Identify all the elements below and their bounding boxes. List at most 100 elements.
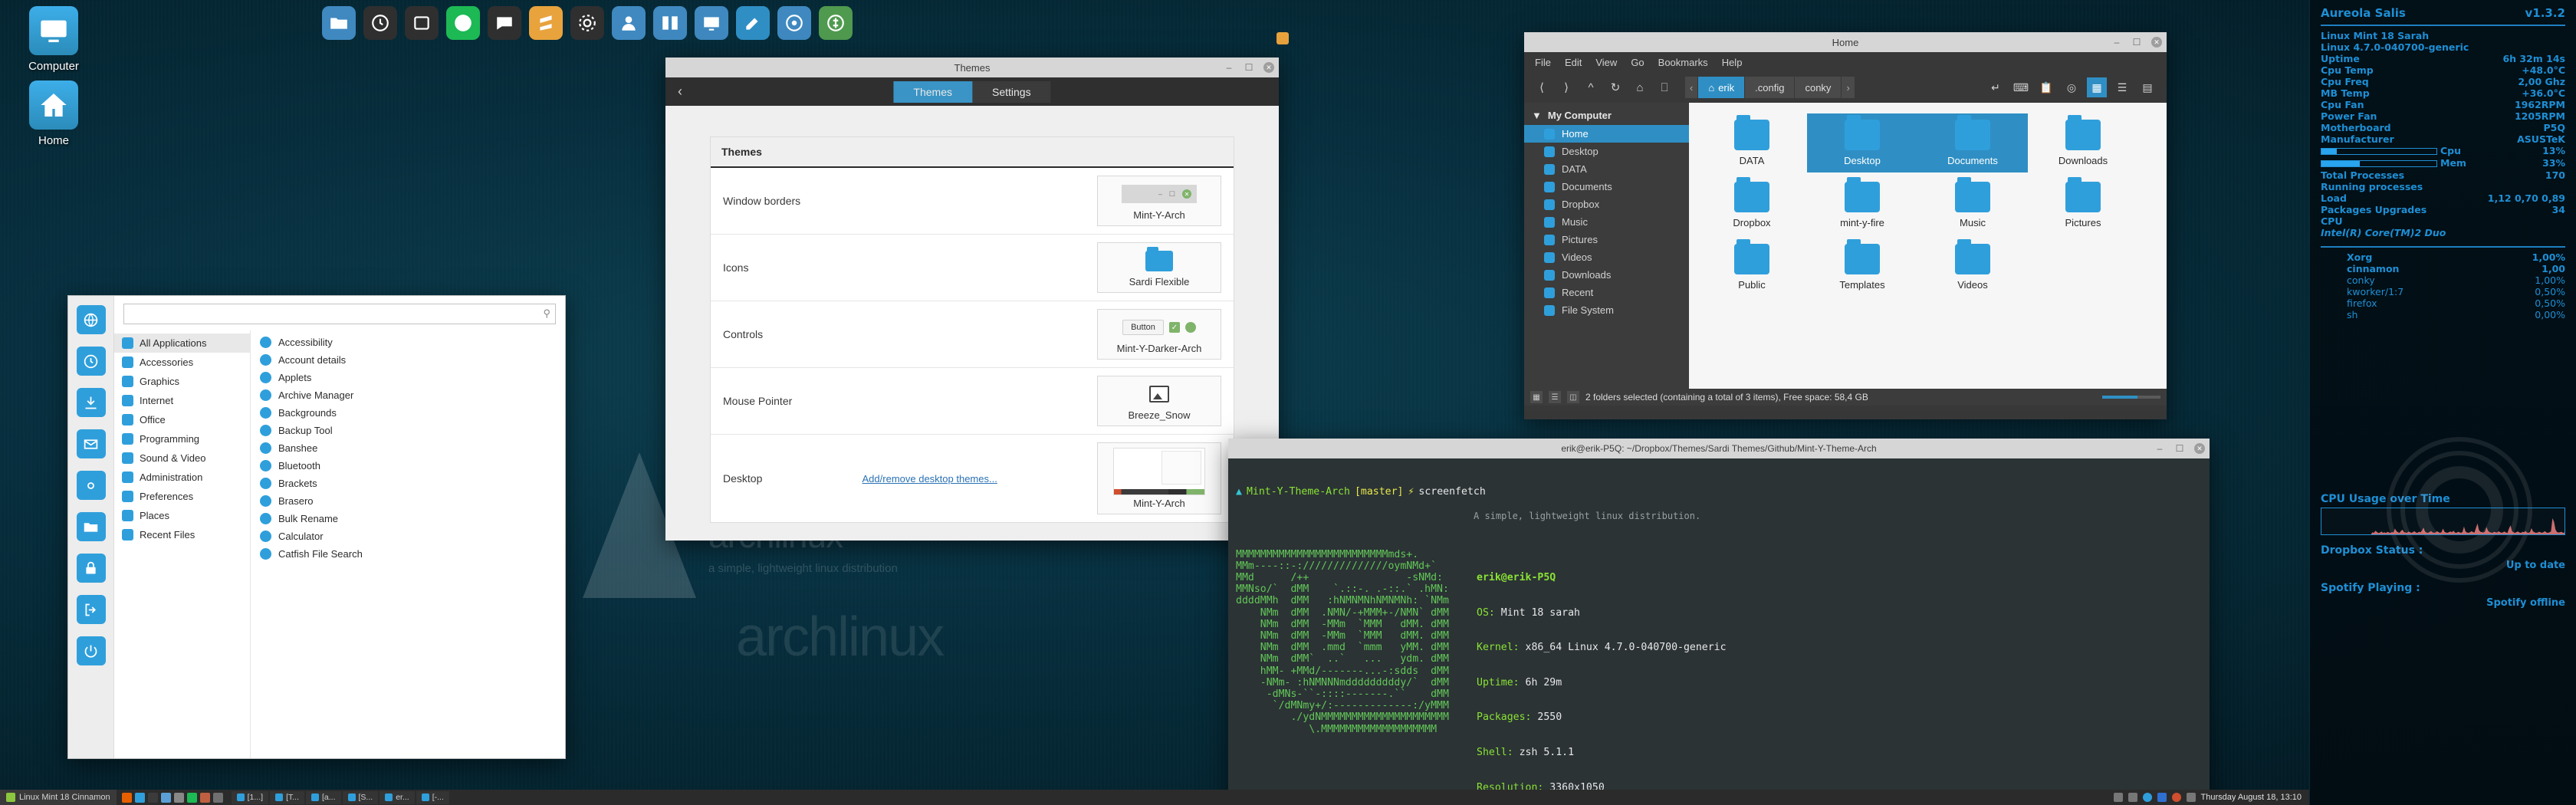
application-menu[interactable]: ⚲ All Applications Accessories Graphics … — [67, 295, 566, 759]
menu-bookmarks[interactable]: Bookmarks — [1658, 57, 1708, 68]
text-editor-icon[interactable] — [173, 792, 184, 803]
nemo-toolbar-right[interactable]: ↵ ⌨ 📋 ◎ ▦ ☰ ▤ — [1986, 77, 2157, 97]
sidebar-item-dropbox[interactable]: Dropbox — [1524, 196, 1689, 213]
breadcrumb-config[interactable]: .config — [1745, 77, 1796, 98]
download-icon[interactable] — [76, 388, 106, 417]
bluetooth-icon[interactable] — [2157, 793, 2167, 802]
desktop-icon-home[interactable]: Home — [12, 80, 96, 147]
terminal-icon[interactable] — [147, 792, 158, 803]
category-accessories[interactable]: Accessories — [114, 353, 250, 372]
desktop-icon-computer[interactable]: Computer — [12, 6, 96, 73]
zoom-slider[interactable] — [2102, 396, 2160, 399]
sidebar-item-recent[interactable]: Recent — [1524, 284, 1689, 301]
nemo-sidebar[interactable]: ▼ My Computer Home Desktop DATA Document… — [1524, 103, 1689, 389]
menu-help[interactable]: Help — [1722, 57, 1743, 68]
back-icon[interactable]: ⟨ — [1533, 79, 1550, 96]
app-item[interactable]: Accessibility — [251, 334, 565, 351]
tab-themes[interactable]: Themes — [893, 80, 972, 103]
sublime-icon[interactable] — [529, 6, 563, 40]
spotify-icon[interactable] — [186, 792, 197, 803]
breadcrumb[interactable]: ‹ ⌂ erik .config conky › — [1685, 77, 1855, 98]
task-button[interactable]: [-... — [416, 790, 449, 804]
file-item[interactable]: Downloads — [2028, 113, 2138, 172]
update-icon[interactable] — [2186, 793, 2196, 802]
sidebar-item-documents[interactable]: Documents — [1524, 178, 1689, 196]
terminal-icon[interactable]: ⌨ — [2011, 77, 2031, 97]
menu-view[interactable]: View — [1595, 57, 1617, 68]
menu-go[interactable]: Go — [1631, 57, 1644, 68]
file-item[interactable]: Desktop — [1807, 113, 1917, 172]
sidebar-item-videos[interactable]: Videos — [1524, 248, 1689, 266]
close-button[interactable]: ✕ — [1263, 62, 1274, 73]
themes-titlebar[interactable]: Themes – ☐ ✕ — [665, 58, 1279, 77]
target-icon[interactable] — [777, 6, 811, 40]
category-office[interactable]: Office — [114, 410, 250, 429]
app-item[interactable]: Archive Manager — [251, 386, 565, 404]
split-view-icon[interactable] — [653, 6, 687, 40]
settings-icon[interactable] — [160, 792, 171, 803]
paste-icon[interactable]: 📋 — [2036, 77, 2056, 97]
archive-icon[interactable] — [212, 792, 223, 803]
app-item[interactable]: Calculator — [251, 527, 565, 545]
edit-icon[interactable] — [736, 6, 770, 40]
icons-selector[interactable]: Sardi Flexible — [1097, 242, 1221, 293]
maximize-button[interactable]: ☐ — [2174, 443, 2185, 454]
nemo-toolbar[interactable]: ⟨ ⟩ ^ ↻ ⌂ ⎕ ‹ ⌂ erik .config conky › ↵ ⌨… — [1524, 72, 2167, 103]
forward-icon[interactable]: ⟩ — [1558, 79, 1575, 96]
power-icon[interactable] — [76, 636, 106, 665]
display-icon[interactable] — [695, 6, 728, 40]
compact-view-icon[interactable]: ▤ — [2137, 77, 2157, 97]
task-button[interactable]: er... — [380, 790, 415, 804]
minimize-button[interactable]: – — [2154, 443, 2165, 454]
app-menu-sidebar[interactable] — [68, 296, 114, 758]
open-terminal-icon[interactable]: ↵ — [1986, 77, 2006, 97]
app-item[interactable]: Banshee — [251, 439, 565, 457]
notifications-icon[interactable] — [2171, 793, 2181, 802]
file-item[interactable]: Public — [1697, 238, 1807, 297]
toggle-sidebar-icon[interactable]: ◫ — [1567, 391, 1579, 403]
taskbar-clock[interactable]: Thursday August 18, 13:10 — [2201, 793, 2302, 802]
file-item[interactable]: DATA — [1697, 113, 1807, 172]
minimize-button[interactable]: – — [2111, 37, 2122, 48]
app-item[interactable]: Brasero — [251, 492, 565, 510]
firefox-icon[interactable] — [121, 792, 132, 803]
chat-icon[interactable] — [488, 6, 521, 40]
sidebar-header[interactable]: ▼ My Computer — [1524, 106, 1689, 125]
tree-view-icon[interactable]: ☰ — [1549, 391, 1561, 403]
controls-selector[interactable]: Button ✓ Mint-Y-Darker-Arch — [1097, 309, 1221, 360]
up-icon[interactable]: ^ — [1582, 79, 1599, 96]
category-recent-files[interactable]: Recent Files — [114, 525, 250, 544]
home-icon[interactable]: ⌂ — [1631, 79, 1648, 96]
task-button[interactable]: [S... — [342, 790, 379, 804]
category-preferences[interactable]: Preferences — [114, 487, 250, 506]
menu-file[interactable]: File — [1535, 57, 1551, 68]
app-item[interactable]: Applets — [251, 369, 565, 386]
desktop-dock[interactable] — [322, 6, 853, 40]
app-menu-applications[interactable]: Accessibility Account details Applets Ar… — [251, 330, 565, 758]
task-button[interactable]: [1...] — [231, 790, 269, 804]
app-item[interactable]: Backup Tool — [251, 422, 565, 439]
themes-window[interactable]: Themes – ☐ ✕ ‹ Themes Settings Themes Wi… — [665, 58, 1279, 540]
taskbar[interactable]: Linux Mint 18 Cinnamon [1...] [T... [a..… — [0, 790, 2309, 805]
sidebar-item-pictures[interactable]: Pictures — [1524, 231, 1689, 248]
app-item[interactable]: Bulk Rename — [251, 510, 565, 527]
settings-gear-icon[interactable] — [570, 6, 604, 40]
files-icon[interactable] — [134, 792, 145, 803]
terminal-window[interactable]: erik@erik-P5Q: ~/Dropbox/Themes/Sardi Th… — [1228, 439, 2210, 805]
logout-icon[interactable] — [76, 595, 106, 624]
file-item[interactable]: Dropbox — [1697, 176, 1807, 235]
taskbar-menu-button[interactable]: Linux Mint 18 Cinnamon — [0, 790, 117, 805]
add-remove-desktop-themes-link[interactable]: Add/remove desktop themes... — [863, 473, 997, 485]
archive-icon[interactable] — [405, 6, 439, 40]
minimize-button[interactable]: – — [1224, 62, 1234, 73]
file-item[interactable]: Documents — [1917, 113, 2028, 172]
themes-toolbar[interactable]: ‹ Themes Settings — [665, 77, 1279, 106]
clock-icon[interactable] — [76, 347, 106, 376]
app-item[interactable]: Bluetooth — [251, 457, 565, 475]
category-sound-video[interactable]: Sound & Video — [114, 449, 250, 468]
app-item[interactable]: Backgrounds — [251, 404, 565, 422]
reload-icon[interactable]: ↻ — [1607, 79, 1624, 96]
close-button[interactable]: ✕ — [2151, 37, 2162, 48]
files-icon[interactable] — [322, 6, 356, 40]
taskbar-quicklaunch[interactable] — [117, 792, 228, 803]
